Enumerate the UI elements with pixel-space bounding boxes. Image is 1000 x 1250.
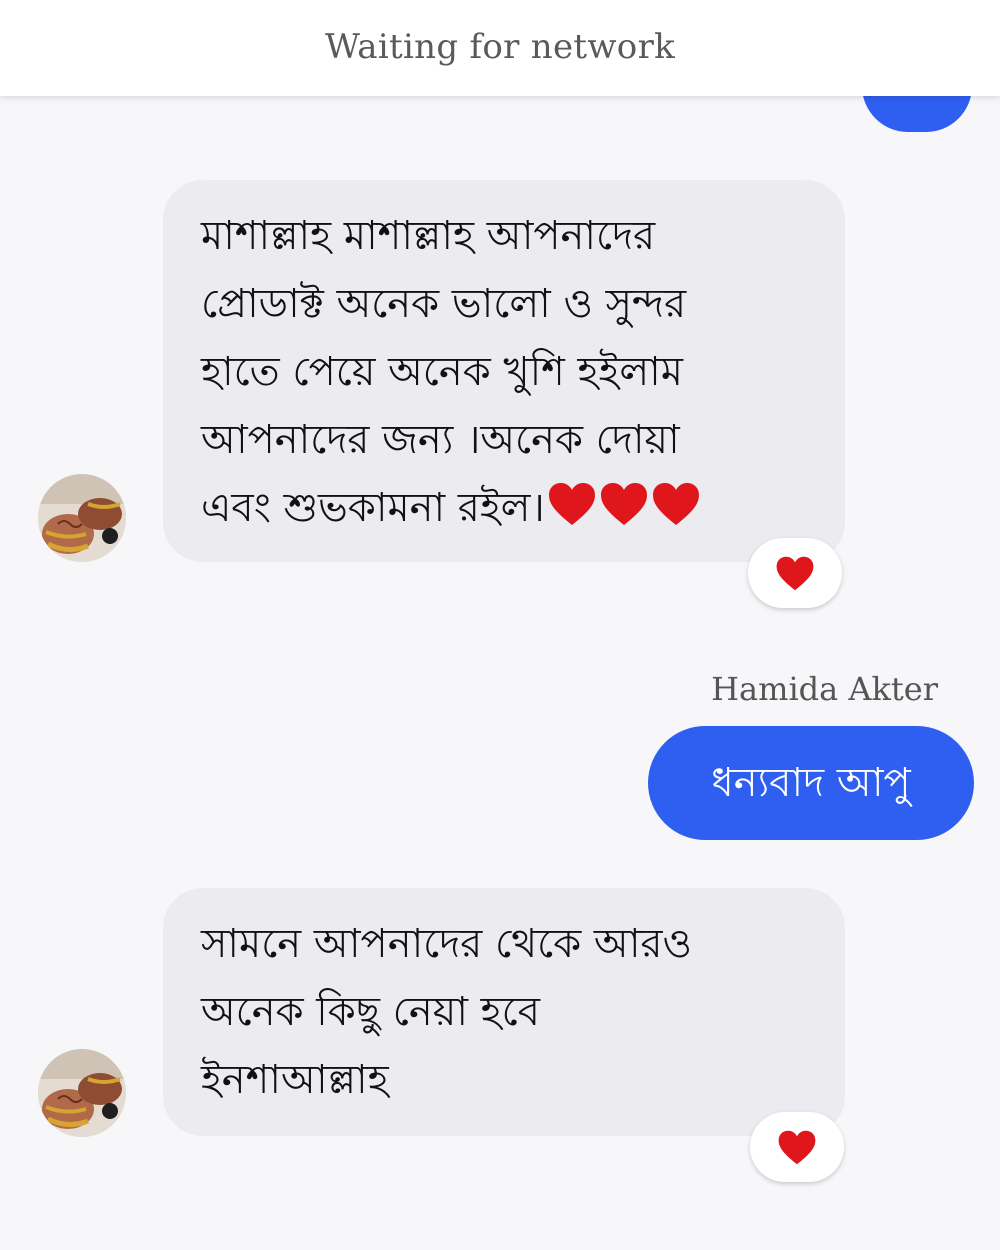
message-reaction[interactable] [750, 1112, 844, 1182]
chat-screen: Waiting for network মাশাল্লাহ মাশাল্লাহ … [0, 0, 1000, 1250]
red-heart-icon [778, 1130, 816, 1164]
incoming-message-bubble[interactable]: মাশাল্লাহ মাশাল্লাহ আপনাদের প্রোডাক্ট অন… [163, 180, 845, 562]
red-heart-icon [548, 483, 595, 525]
network-status-text: Waiting for network [324, 27, 676, 67]
message-reaction[interactable] [748, 538, 842, 608]
red-heart-icon [776, 556, 814, 590]
outgoing-message-bubble[interactable]: ধন্যবাদ আপু [648, 726, 974, 840]
incoming-message-bubble[interactable]: সামনে আপনাদের থেকে আরও অনেক কিছু নেয়া হ… [163, 888, 845, 1136]
avatar-photo [38, 1049, 126, 1137]
heart-emoji-group [545, 483, 701, 525]
message-text: সামনে আপনাদের থেকে আরও অনেক কিছু নেয়া হ… [201, 921, 692, 1103]
red-heart-icon [652, 483, 699, 525]
avatar-photo [38, 474, 126, 562]
sender-name: Hamida Akter [711, 670, 938, 708]
avatar[interactable] [38, 1049, 126, 1137]
network-status-bar: Waiting for network [0, 0, 1000, 96]
red-heart-icon [600, 483, 647, 525]
message-text: ধন্যবাদ আপু [711, 760, 911, 806]
avatar[interactable] [38, 474, 126, 562]
